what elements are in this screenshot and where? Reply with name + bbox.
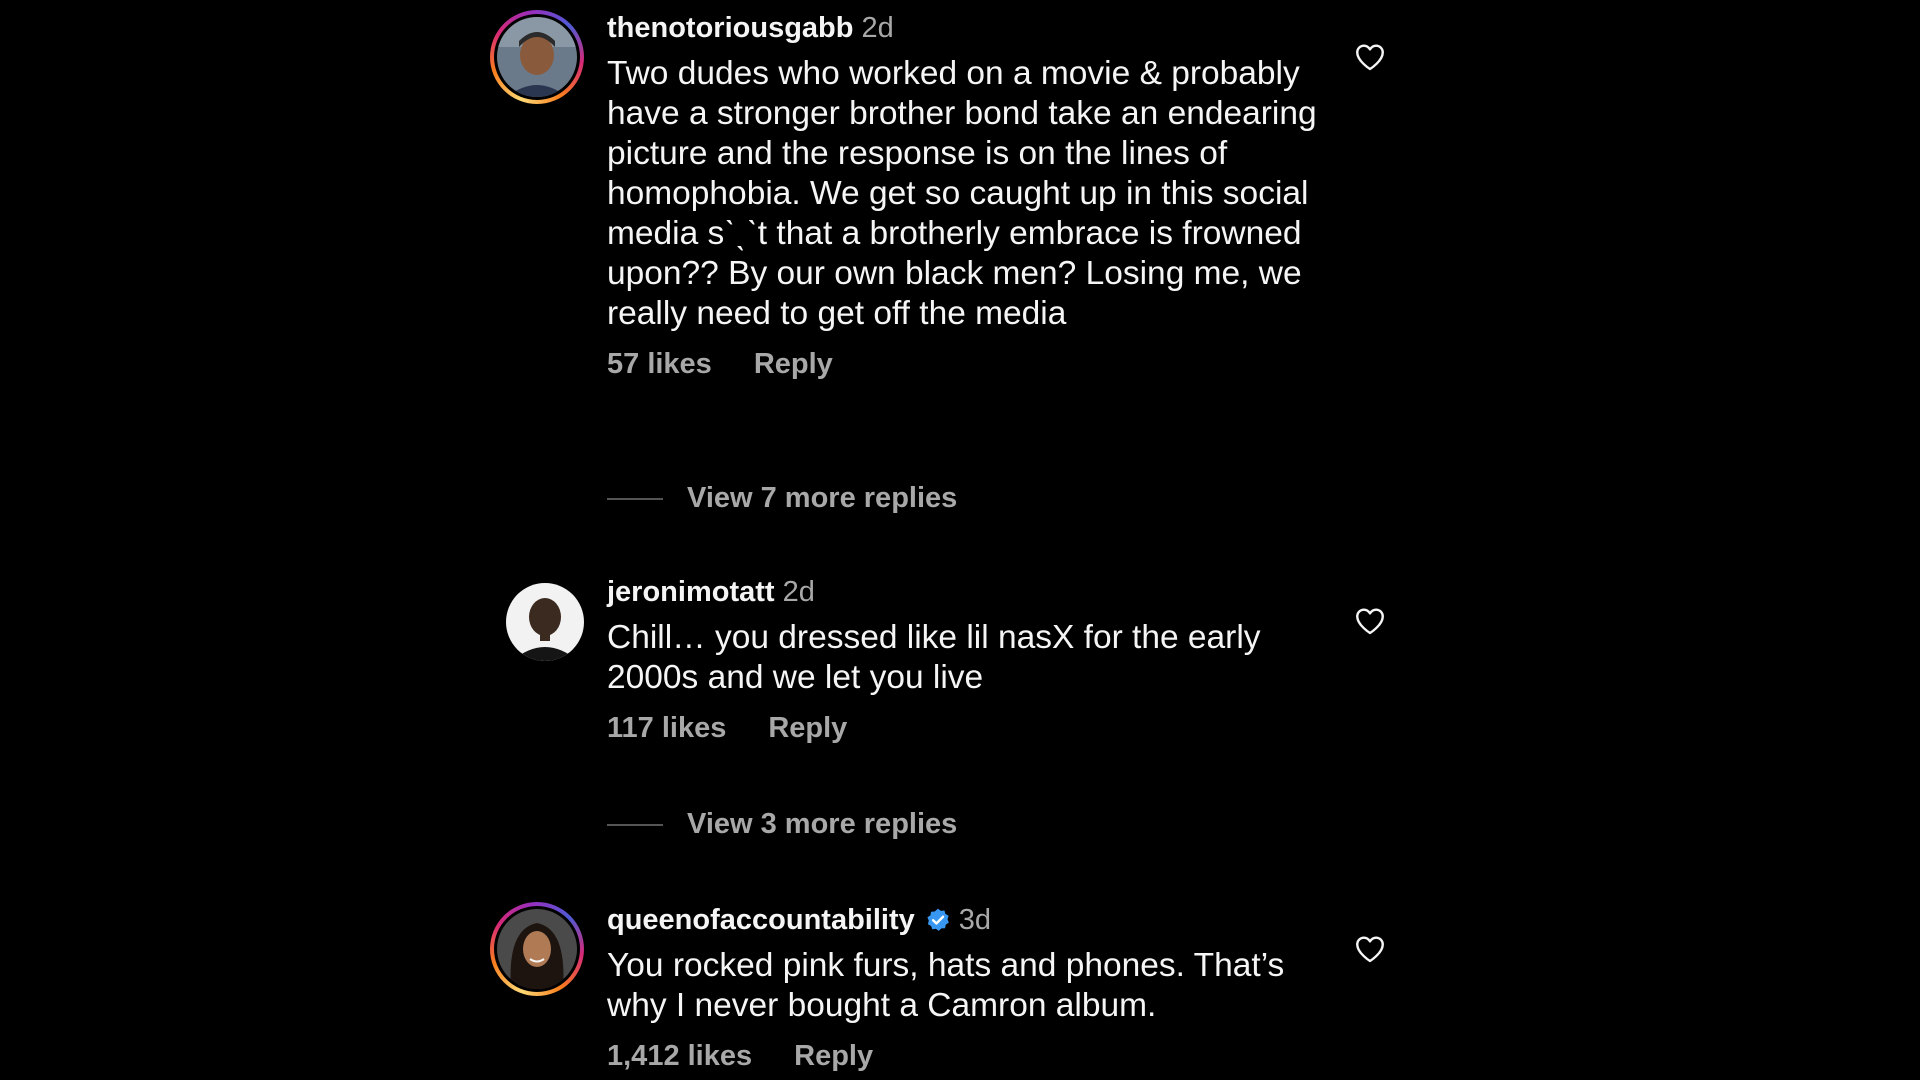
like-count[interactable]: 1,412 likes — [607, 1040, 752, 1073]
view-replies-label: View 3 more replies — [687, 808, 958, 840]
view-replies-button[interactable]: View 7 more replies — [607, 482, 957, 515]
comment-time: 3d — [958, 904, 992, 936]
avatar-photo-icon — [497, 17, 577, 97]
divider-line — [607, 823, 663, 826]
heart-outline-icon[interactable] — [1353, 932, 1387, 966]
comment-text: Two dudes who worked on a movie & probab… — [607, 55, 1317, 332]
avatar-story-ring[interactable] — [490, 902, 584, 996]
reply-button[interactable]: Reply — [768, 712, 847, 745]
like-count[interactable]: 117 likes — [607, 712, 726, 745]
divider-line — [607, 497, 663, 500]
username[interactable]: queenofaccountability — [607, 902, 915, 938]
heart-outline-icon[interactable] — [1353, 40, 1387, 74]
view-replies-button[interactable]: View 3 more replies — [607, 808, 957, 841]
like-count[interactable]: 57 likes — [607, 348, 712, 381]
view-replies-label: View 7 more replies — [687, 482, 958, 514]
avatar[interactable] — [506, 583, 584, 661]
username[interactable]: jeronimotatt — [607, 574, 775, 610]
avatar-photo-icon — [497, 909, 577, 989]
verified-badge-icon — [927, 908, 949, 931]
username[interactable]: thenotoriousgabb — [607, 10, 853, 46]
heart-outline-icon[interactable] — [1353, 604, 1387, 638]
comment-time: 2d — [861, 12, 894, 44]
reply-button[interactable]: Reply — [794, 1040, 873, 1073]
avatar — [497, 17, 577, 97]
avatar-photo-icon — [506, 583, 584, 661]
avatar — [497, 909, 577, 989]
reply-button[interactable]: Reply — [754, 348, 833, 381]
avatar-story-ring[interactable] — [490, 10, 584, 104]
comment-time: 2d — [782, 576, 815, 608]
comment-text: You rocked pink furs, hats and phones. T… — [607, 947, 1285, 1024]
comment-text: Chill… you dressed like lil nasX for the… — [607, 619, 1261, 696]
